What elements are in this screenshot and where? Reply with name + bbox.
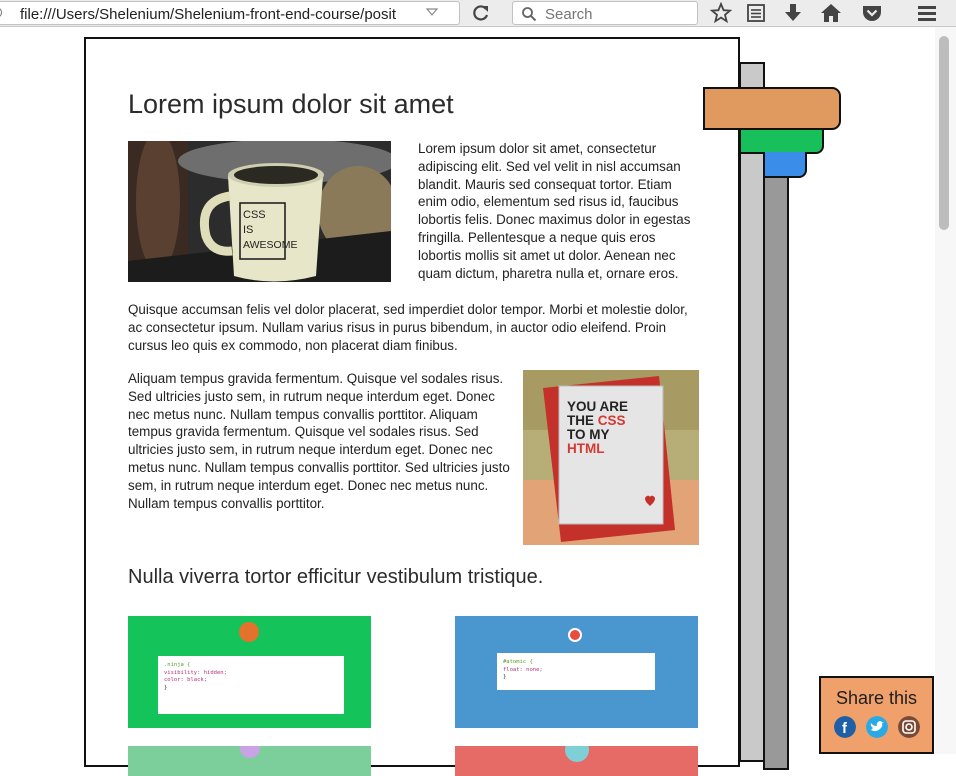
mug-photo: CSS IS AWESOME (128, 141, 391, 282)
avatar (565, 746, 589, 762)
menu-icon[interactable] (916, 2, 938, 24)
card-line-2a: THE (567, 413, 598, 428)
blue-tab[interactable] (763, 152, 807, 178)
thumbnail-ninja[interactable]: .ninja { visibility: hidden; color: blac… (128, 616, 371, 728)
code-line: } (503, 674, 507, 680)
card-line-2: THE CSS (567, 413, 626, 428)
card-line-1: YOU ARE (567, 399, 628, 414)
scrollbar-thumb[interactable] (939, 36, 949, 230)
url-bar[interactable]: file:///Users/Shelenium/Shelenium-front-… (0, 1, 460, 25)
pocket-icon[interactable] (861, 2, 883, 24)
mug-illustration: CSS IS AWESOME (128, 141, 391, 282)
twitter-icon[interactable] (866, 716, 888, 738)
card-line-3: TO MY (567, 427, 610, 442)
share-box: Share this f (819, 676, 934, 754)
share-label: Share this (835, 688, 918, 708)
site-info-icon[interactable] (0, 7, 2, 18)
green-tab[interactable] (739, 128, 824, 154)
bookmark-star-icon[interactable] (710, 2, 732, 24)
avatar (239, 622, 259, 642)
page-content: Lorem ipsum dolor sit amet CSS IS AWESOM… (84, 37, 740, 776)
mug-text-1: CSS (243, 209, 266, 221)
mug-text-2: IS (243, 224, 253, 236)
thumbnail-3[interactable] (128, 746, 371, 776)
instagram-icon[interactable] (898, 716, 920, 738)
pokeball-icon (568, 628, 582, 642)
search-input[interactable]: Search (545, 6, 593, 23)
code-line: float: none; (503, 666, 543, 673)
page-title: Lorem ipsum dolor sit amet (128, 89, 454, 119)
card-photo: YOU ARE THE CSS TO MY HTML (523, 370, 699, 545)
code-line: } (164, 684, 168, 691)
mug-text-3: AWESOME (243, 239, 297, 251)
reload-icon[interactable] (468, 1, 494, 25)
orange-tab[interactable] (703, 87, 841, 130)
side-panel-column (739, 62, 765, 762)
thumbnail-4[interactable] (455, 746, 698, 776)
thumbnail-atomic[interactable]: #atomic { float: none; } (455, 616, 698, 728)
code-line: #atomic { (503, 659, 533, 665)
paragraph-2: Quisque accumsan felis vel dolor placera… (128, 302, 688, 353)
section-subtitle: Nulla viverra tortor efficitur vestibulu… (128, 566, 544, 588)
download-icon[interactable] (782, 2, 804, 24)
paragraph-3: Aliquam tempus gravida fermentum. Quisqu… (128, 371, 510, 511)
card-line-4: HTML (567, 441, 605, 456)
code-line: color: black; (164, 677, 208, 683)
url-text[interactable]: file:///Users/Shelenium/Shelenium-front-… (20, 6, 420, 23)
card-illustration: YOU ARE THE CSS TO MY HTML (523, 370, 699, 545)
side-panel-column-inner (763, 170, 789, 770)
code-snippet: #atomic { float: none; } (497, 653, 655, 690)
search-icon (522, 7, 537, 22)
url-dropdown-icon[interactable] (425, 5, 439, 19)
browser-toolbar: file:///Users/Shelenium/Shelenium-front-… (0, 0, 956, 27)
code-line: .ninja { (164, 662, 191, 668)
reading-list-icon[interactable] (745, 2, 767, 24)
search-bar[interactable]: Search (512, 1, 698, 25)
avatar (240, 746, 260, 758)
paragraph-1: Lorem ipsum dolor sit amet, consectetur … (418, 141, 691, 281)
code-line: visibility: hidden; (164, 669, 227, 676)
facebook-icon[interactable]: f (834, 716, 856, 738)
code-snippet: .ninja { visibility: hidden; color: blac… (158, 656, 344, 714)
home-icon[interactable] (820, 2, 842, 24)
card-line-2b: CSS (598, 413, 626, 428)
